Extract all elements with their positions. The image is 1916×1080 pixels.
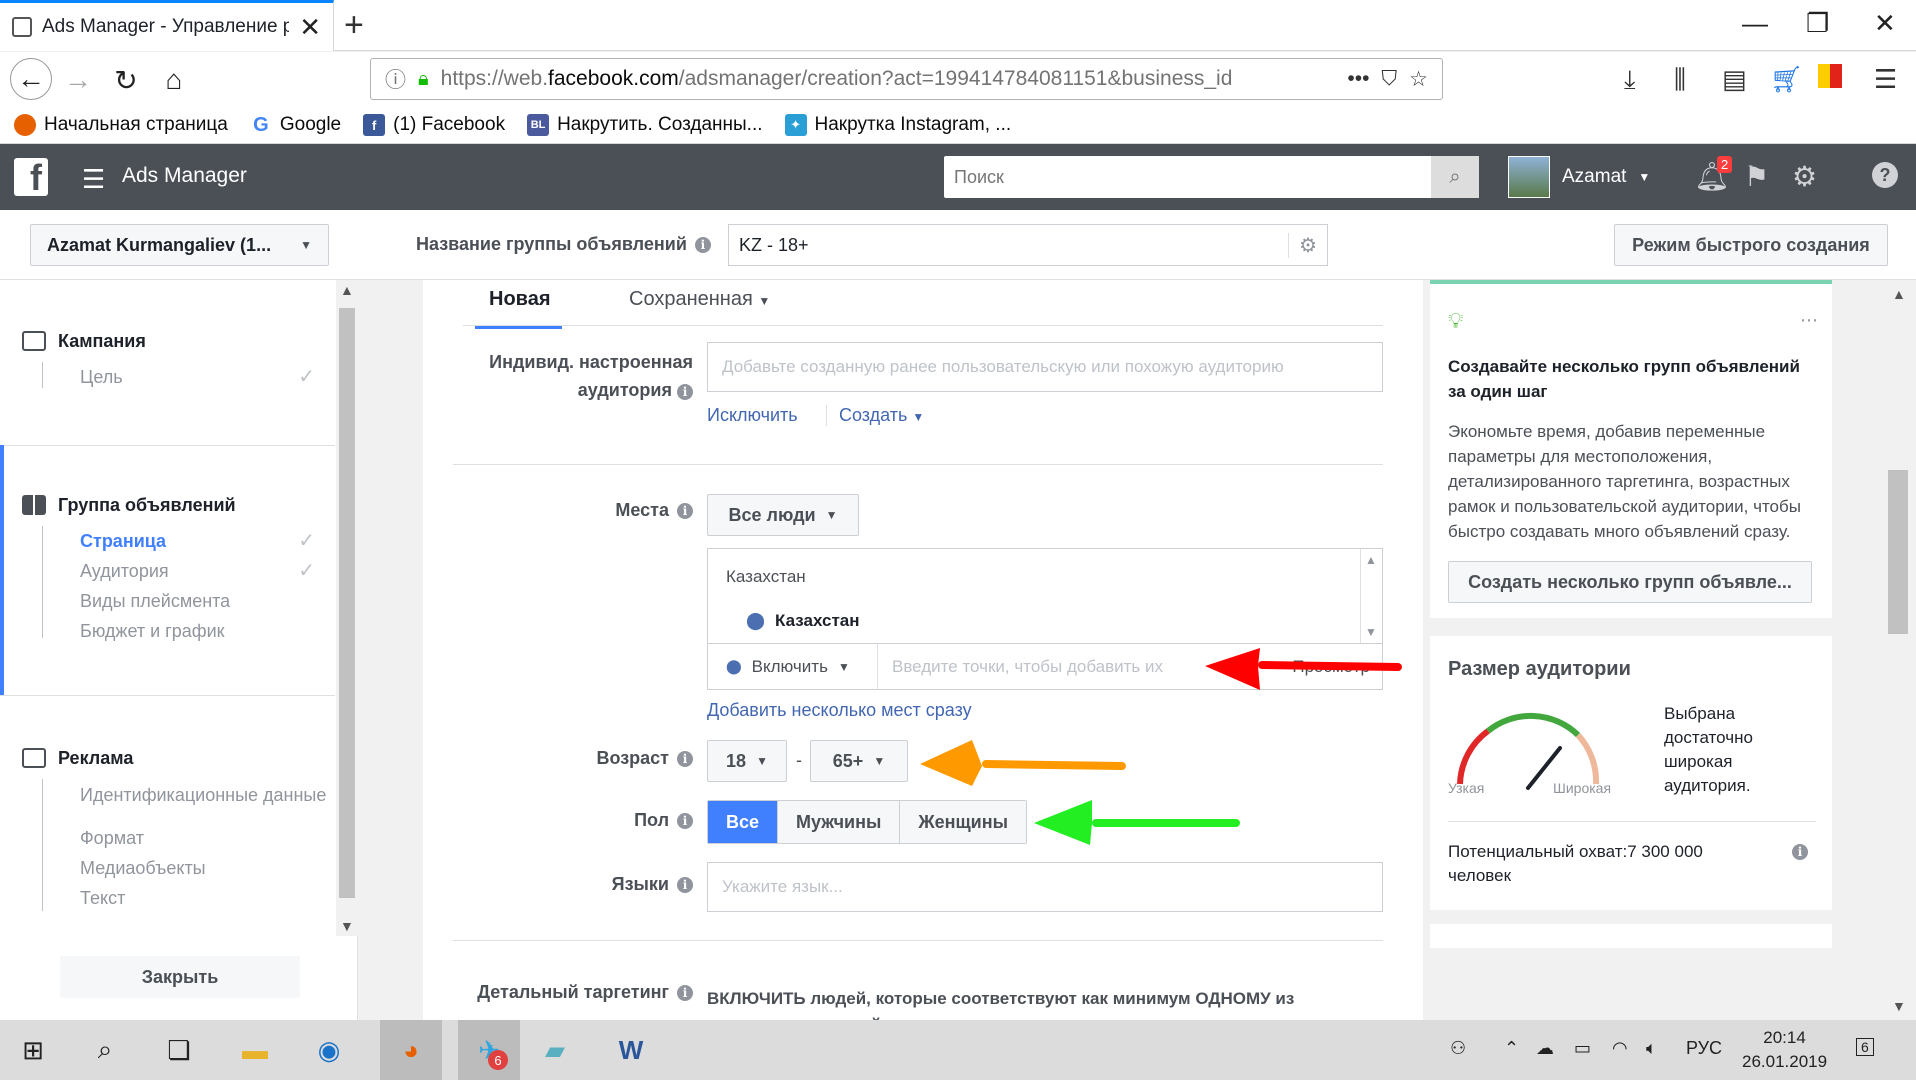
volume-icon[interactable]: 🔈︎ — [1646, 1038, 1657, 1059]
battery-icon[interactable]: ▭ — [1574, 1038, 1591, 1059]
scroll-thumb[interactable] — [1888, 470, 1908, 634]
divider — [1448, 821, 1816, 822]
firefox-icon[interactable]: ◕ — [380, 1020, 442, 1080]
windows-start-icon[interactable]: ⊞ — [10, 1028, 56, 1072]
system-clock[interactable]: 20:14 26.01.2019 — [1742, 1026, 1827, 1074]
telegram-badge: 6 — [488, 1050, 508, 1070]
gauge-narrow-label: Узкая — [1448, 780, 1485, 796]
scroll-down-icon[interactable]: ▼ — [1892, 998, 1906, 1014]
word-icon[interactable]: W — [608, 1028, 654, 1072]
tip-title: Создавайте несколько групп объявлений за… — [1448, 357, 1800, 401]
telegram-icon[interactable]: ✈︎ 6 — [458, 1020, 520, 1080]
orange-arrow — [920, 740, 1126, 786]
audience-size-title: Размер аудитории — [1448, 658, 1631, 680]
vpn-app-icon[interactable]: ◉ — [306, 1028, 352, 1072]
create-multiple-adsets-button[interactable]: Создать несколько групп объявле... — [1448, 561, 1812, 603]
search-icon[interactable]: ⌕ — [82, 1028, 128, 1072]
multi-adset-tip-card: 💡︎ ⋯ Создавайте несколько групп объявлен… — [1430, 280, 1832, 618]
info-icon[interactable]: i — [1792, 844, 1808, 860]
clock-date: 26.01.2019 — [1742, 1052, 1828, 1071]
clock-time: 20:14 — [1763, 1028, 1806, 1047]
audience-size-card: Размер аудитории Узкая Широкая Выбрана д… — [1430, 636, 1832, 910]
audience-status: Выбрана достаточно широкая аудитория. — [1664, 704, 1753, 795]
language-indicator[interactable]: РУС — [1686, 1038, 1722, 1059]
next-card — [1430, 924, 1832, 948]
action-center-icon[interactable]: 6 — [1856, 1038, 1874, 1056]
tip-body: Экономьте время, добавив переменные пара… — [1448, 422, 1801, 541]
red-arrow — [1205, 648, 1402, 690]
page-scrollbar[interactable]: ▲ ▼ — [1880, 280, 1916, 1020]
file-explorer-icon[interactable]: ▬ — [232, 1028, 278, 1072]
windows-taskbar: ⊞ ⌕ ❏ ▬ ◉ ◕ ✈︎ 6 ▰ W ⚇ ⌃ ☁ ▭ ◠ 🔈︎ РУС 20… — [0, 1020, 1916, 1080]
scroll-up-icon[interactable]: ▲ — [1892, 286, 1906, 302]
tray-chevron-icon[interactable]: ⌃ — [1504, 1038, 1519, 1059]
people-icon[interactable]: ⚇ — [1450, 1038, 1466, 1059]
notes-app-icon[interactable]: ▰ — [532, 1028, 578, 1072]
green-arrow — [1034, 800, 1240, 845]
lightbulb-icon: 💡︎ — [1448, 308, 1464, 333]
gauge-wide-label: Широкая — [1553, 780, 1612, 796]
more-options-icon[interactable]: ⋯ — [1800, 310, 1818, 331]
wifi-icon[interactable]: ◠ — [1612, 1038, 1628, 1059]
onedrive-icon[interactable]: ☁ — [1536, 1038, 1554, 1059]
potential-reach: Потенциальный охват:7 300 000 человек — [1448, 842, 1703, 885]
task-view-icon[interactable]: ❏ — [156, 1028, 202, 1072]
